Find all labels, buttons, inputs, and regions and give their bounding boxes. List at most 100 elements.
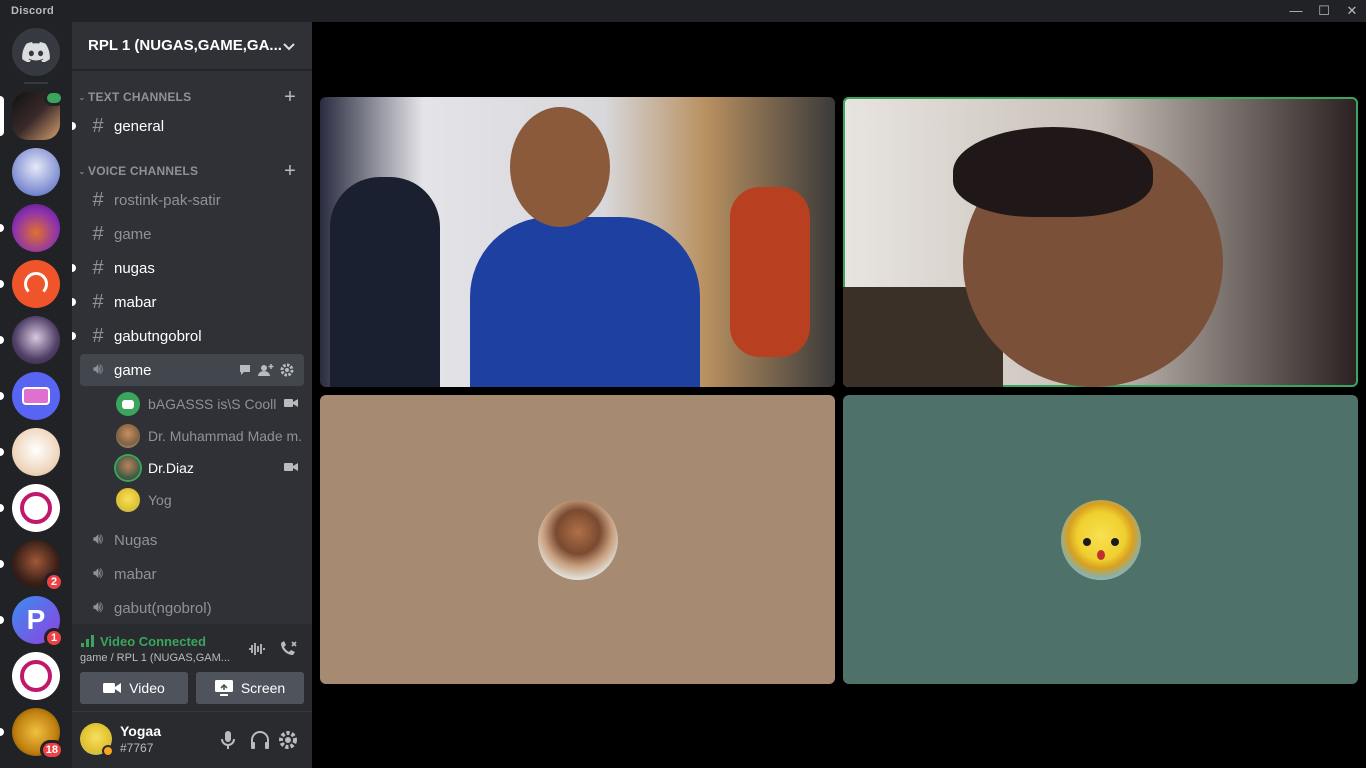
server-name: RPL 1 (NUGAS,GAME,GA... — [88, 37, 282, 54]
avatar — [116, 488, 140, 512]
speaker-icon: 🔊︎ — [92, 565, 104, 582]
pikachu-mouth — [1096, 549, 1105, 560]
speaker-icon: 🔊︎ — [92, 361, 104, 378]
category-label: VOICE CHANNELS — [88, 164, 199, 178]
video-stage — [312, 22, 1366, 768]
channel-sidebar: RPL 1 (NUGAS,GAME,GA... ⌄ TEXT CHANNELS … — [72, 22, 312, 768]
user-panel: Yogaa #7767 — [72, 712, 312, 768]
speaker-icon: 🔊︎ — [92, 599, 104, 616]
minimize-icon[interactable]: — — [1282, 0, 1310, 22]
video-camera-icon — [284, 463, 298, 471]
voice-connection-panel: Video Connected game / RPL 1 (NUGAS,GAM.… — [72, 624, 312, 712]
add-channel-icon[interactable]: + — [284, 86, 296, 109]
voice-user-name: Dr. Muhammad Made m... — [148, 428, 302, 444]
signal-strength-icon[interactable] — [80, 634, 96, 648]
guild-4[interactable] — [0, 260, 60, 308]
hash-icon: # — [92, 222, 104, 245]
voice-user-name: Dr.Diaz — [148, 460, 194, 476]
voice-user[interactable]: bAGASSS is\S Cooll — [116, 389, 306, 419]
channel-label: Nugas — [114, 531, 158, 549]
guild-12[interactable]: 18 — [0, 708, 64, 760]
mention-badge: 1 — [44, 628, 64, 648]
channel-mabar[interactable]: # mabar — [72, 286, 304, 318]
category-label: TEXT CHANNELS — [88, 90, 192, 104]
chevron-down-icon — [283, 42, 295, 50]
video-tile-speaking[interactable] — [843, 97, 1358, 387]
guild-7[interactable] — [0, 428, 60, 476]
gear-icon[interactable] — [280, 363, 294, 377]
guild-10[interactable]: P1 — [0, 596, 64, 648]
voice-channel-nugas[interactable]: 🔊︎ Nugas — [80, 524, 304, 556]
video-camera-icon — [103, 683, 122, 693]
server-list: 2 P1 18 — [0, 22, 72, 768]
hash-icon: # — [92, 324, 104, 347]
channel-game-text[interactable]: # game — [80, 218, 304, 250]
voice-user[interactable]: Dr.Diaz — [116, 453, 306, 483]
home-button[interactable] — [12, 28, 60, 76]
guild-8[interactable] — [0, 484, 60, 532]
guild-rpl1[interactable] — [0, 90, 64, 140]
invite-icon[interactable] — [258, 363, 274, 377]
noise-suppression-icon[interactable] — [248, 641, 266, 657]
channel-nugas[interactable]: # nugas — [72, 252, 304, 284]
channel-label: game — [114, 225, 152, 243]
microphone-icon[interactable] — [216, 728, 240, 752]
channel-general[interactable]: # general — [72, 110, 304, 142]
maximize-icon[interactable]: ☐ — [1310, 0, 1338, 22]
user-tag: #7767 — [120, 741, 154, 755]
guild-separator — [24, 82, 48, 84]
guild-6[interactable] — [0, 372, 60, 420]
channel-label: mabar — [114, 293, 157, 311]
guild-5[interactable] — [0, 316, 60, 364]
guild-2[interactable] — [12, 148, 60, 196]
channel-gabutngobrol[interactable]: # gabutngobrol — [72, 320, 304, 352]
voice-user[interactable]: Dr. Muhammad Made m... — [116, 421, 306, 451]
hash-icon: # — [92, 188, 104, 211]
video-button[interactable]: Video — [80, 672, 188, 704]
add-channel-icon[interactable]: + — [284, 160, 296, 183]
channel-label: mabar — [114, 565, 157, 583]
title-bar: Discord — ☐ ✕ — [0, 0, 1366, 22]
video-tile[interactable] — [320, 395, 835, 684]
video-tile[interactable] — [843, 395, 1358, 684]
voice-channel-game[interactable]: 🔊︎ game — [80, 354, 304, 386]
unread-indicator — [72, 122, 76, 130]
screen-share-button[interactable]: Screen — [196, 672, 304, 704]
video-face — [510, 107, 610, 227]
server-header[interactable]: RPL 1 (NUGAS,GAME,GA... — [72, 22, 312, 70]
category-text-channels[interactable]: ⌄ TEXT CHANNELS + — [72, 86, 312, 109]
connection-location[interactable]: game / RPL 1 (NUGAS,GAM... — [80, 652, 240, 664]
headphones-icon[interactable] — [248, 728, 272, 752]
collapse-arrow-icon: ⌄ — [78, 166, 86, 176]
chat-icon[interactable] — [238, 363, 252, 377]
video-person — [470, 217, 700, 387]
mention-badge: 2 — [44, 572, 64, 592]
video-tile[interactable] — [320, 97, 835, 387]
channel-rostink-pak-satir[interactable]: # rostink-pak-satir — [80, 184, 304, 216]
guild-3[interactable] — [0, 204, 60, 252]
guild-11[interactable] — [12, 652, 60, 700]
gear-icon[interactable] — [276, 728, 300, 752]
disconnect-icon[interactable] — [278, 640, 298, 658]
channel-label: nugas — [114, 259, 155, 277]
guild-9[interactable]: 2 — [0, 540, 64, 592]
close-icon[interactable]: ✕ — [1338, 0, 1366, 22]
hash-icon: # — [92, 290, 104, 313]
voice-channel-gabut[interactable]: 🔊︎ gabut(ngobrol) — [80, 592, 304, 624]
channel-label: game — [114, 361, 152, 379]
avatar — [116, 456, 140, 480]
hash-icon: # — [92, 256, 104, 279]
screen-share-label: Screen — [240, 680, 286, 696]
avatar — [1060, 499, 1141, 580]
pikachu-eye — [1082, 537, 1091, 546]
username[interactable]: Yogaa — [120, 723, 161, 739]
voice-user[interactable]: Yog — [116, 485, 306, 515]
app-title: Discord — [11, 5, 55, 17]
voice-channel-mabar[interactable]: 🔊︎ mabar — [80, 558, 304, 590]
mention-badge: 18 — [39, 740, 64, 760]
video-person — [330, 177, 440, 387]
category-voice-channels[interactable]: ⌄ VOICE CHANNELS + — [72, 160, 312, 183]
unread-indicator — [72, 298, 76, 306]
channel-label: general — [114, 117, 165, 135]
speaker-icon: 🔊︎ — [92, 531, 104, 548]
